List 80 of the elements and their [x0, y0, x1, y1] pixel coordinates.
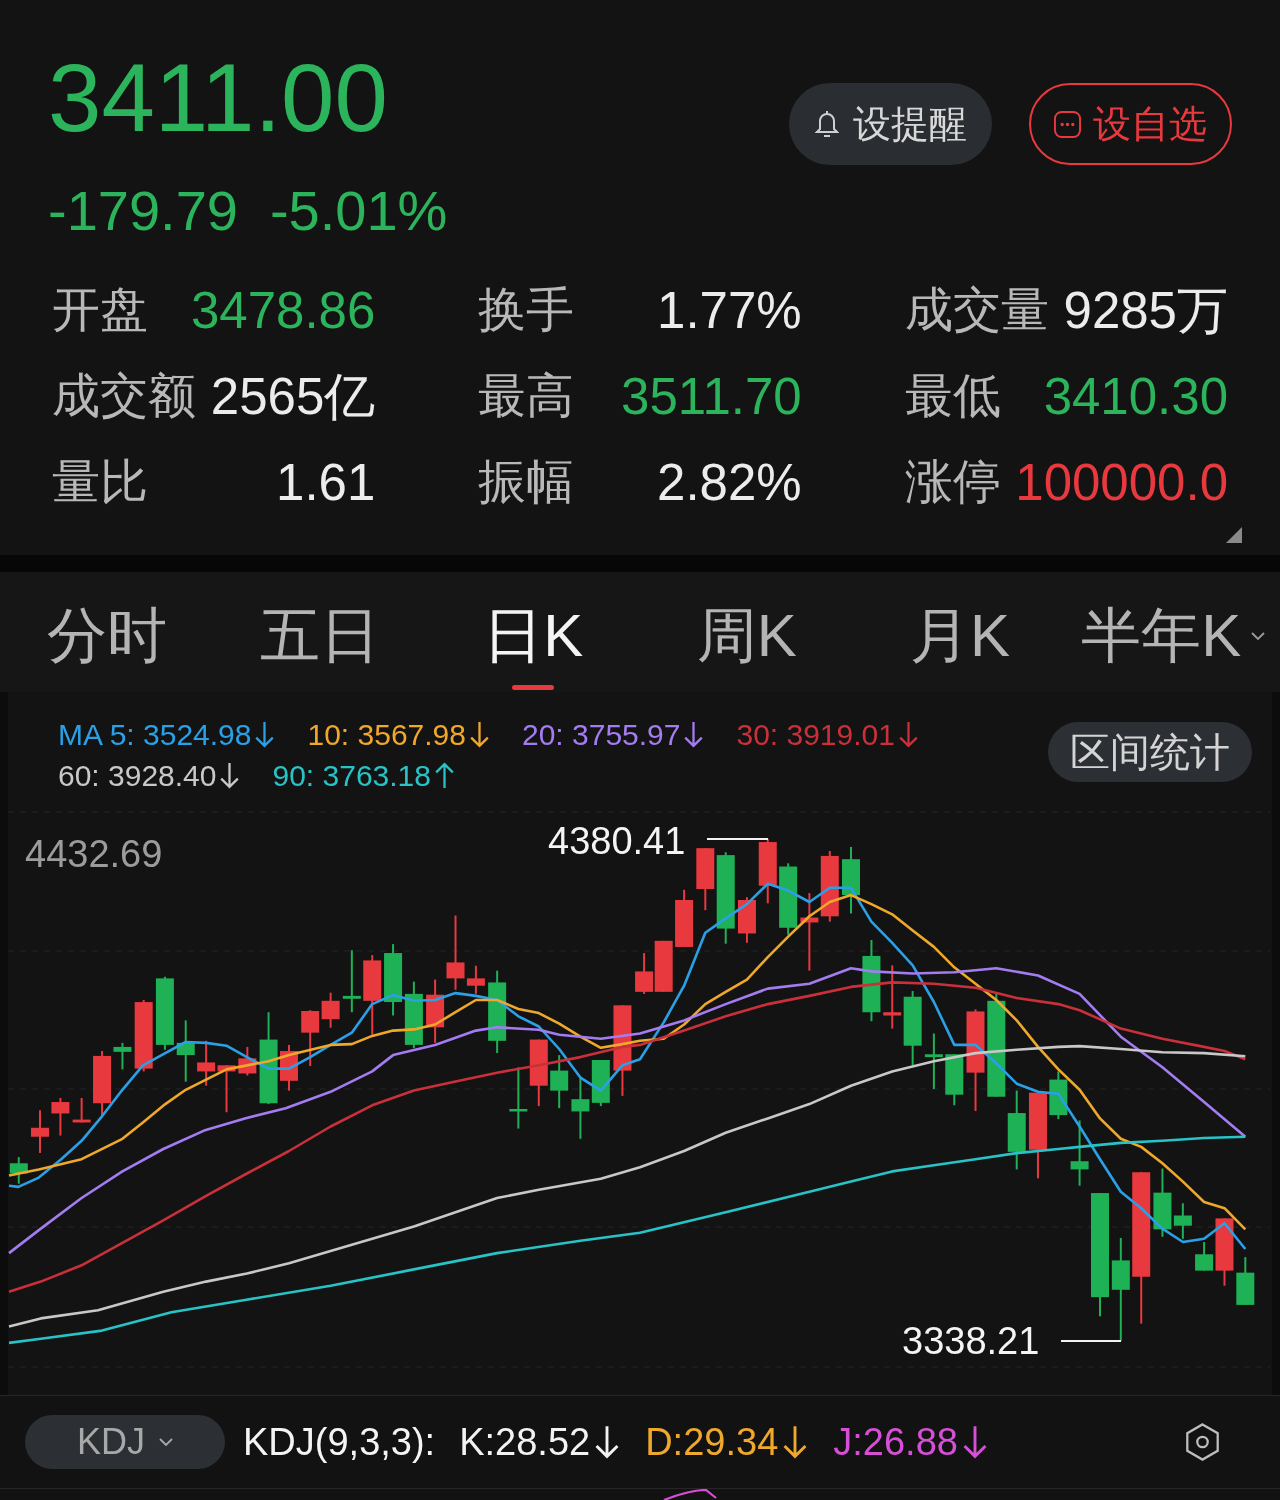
stat-label: 振幅: [478, 458, 575, 506]
candlestick: [842, 845, 860, 915]
candlestick: [550, 1054, 569, 1110]
stat-value: 2565亿: [210, 370, 376, 422]
stat-label: 开盘: [52, 286, 148, 334]
candlestick: [342, 949, 361, 1014]
moving-average-value: 90: 3763.18: [272, 760, 431, 791]
stat-label: 成交额: [52, 372, 196, 420]
stat-label: 涨停: [904, 458, 1001, 506]
candlestick: [404, 980, 423, 1050]
change-percent: -5.01%: [269, 183, 448, 239]
leader-line: [706, 838, 769, 840]
stat-label: 最低: [904, 372, 1001, 420]
indicator-value: D:29.34: [645, 1423, 779, 1461]
moving-average-value: MA 5: 3524.98: [58, 719, 252, 750]
set-alert-button[interactable]: 设提醒: [789, 83, 992, 165]
candlestick: [217, 1064, 236, 1114]
tab[interactable]: 半年K: [1066, 572, 1280, 692]
candlestick: [635, 952, 654, 995]
candlestick: [72, 1096, 91, 1124]
high-price-label: 4380.41: [548, 822, 686, 860]
candlestick: [31, 1109, 49, 1155]
candlestick: [945, 1053, 964, 1107]
moving-average-value: 30: 3919.01: [736, 719, 895, 750]
candlestick: [529, 1038, 548, 1108]
candlestick: [1049, 1070, 1068, 1121]
stat-value: 2.82%: [657, 456, 802, 508]
candlestick: [758, 837, 777, 905]
tab[interactable]: 日K: [426, 572, 640, 692]
indicator-value: K:28.52: [459, 1423, 591, 1461]
stat-label: 量比: [52, 458, 148, 506]
tab[interactable]: 分时: [0, 572, 214, 692]
ellipsis-square-icon: [1054, 110, 1081, 138]
candlestick: [1236, 1256, 1255, 1306]
candlestick: [176, 1019, 195, 1083]
corner-triangle-icon: [1226, 527, 1242, 543]
indicator-title: KDJ(9,3,3):: [243, 1423, 436, 1461]
add-watchlist-button[interactable]: 设自选: [1029, 83, 1232, 165]
indicator-value: J:26.88: [833, 1423, 958, 1461]
candlestick: [9, 1156, 28, 1185]
tab[interactable]: 周K: [640, 572, 854, 692]
stat-value: 9285万: [1063, 284, 1228, 336]
chevron-down-icon: [159, 1438, 173, 1446]
tab[interactable]: 五日: [213, 572, 427, 692]
stat-label: 成交量: [904, 286, 1049, 334]
leader-line: [1060, 1340, 1122, 1342]
low-price-label: 3338.21: [902, 1322, 1040, 1360]
stat-label: 换手: [478, 286, 575, 334]
stat-value: 3511.70: [621, 370, 802, 422]
candlestick: [591, 1059, 610, 1108]
stat-value: 1.61: [276, 456, 376, 508]
candlestick: [924, 1032, 943, 1090]
price-value: 3411.00: [48, 50, 389, 146]
stat-value: 3478.86: [190, 284, 376, 336]
indicator-line: [663, 1489, 717, 1500]
indicator-selector[interactable]: KDJ: [25, 1415, 225, 1469]
candlestick: [883, 964, 902, 1030]
stat-label: 最高: [478, 372, 575, 420]
candlestick: [509, 1066, 528, 1130]
candlestick: [426, 978, 445, 1044]
stat-value: 3410.30: [1043, 370, 1228, 422]
candlestick: [737, 896, 756, 944]
candlestick: [654, 939, 673, 993]
stat-value: 100000.0: [1015, 456, 1228, 508]
bell-icon: [814, 110, 839, 138]
stat-value: 1.77%: [657, 284, 802, 336]
candlestick: [1070, 1119, 1089, 1187]
tab[interactable]: 月K: [853, 572, 1067, 692]
candlestick: [280, 1043, 298, 1092]
moving-average-value: 60: 3928.40: [58, 760, 217, 791]
candlestick: [675, 888, 694, 948]
candlestick: [197, 1039, 216, 1087]
moving-average-value: 20: 3755.97: [521, 719, 681, 750]
moving-average-value: 10: 3567.98: [307, 719, 466, 750]
candlestick: [51, 1096, 70, 1137]
price-change: -179.79: [48, 183, 238, 239]
range-stats-button[interactable]: 区间统计: [1048, 722, 1252, 782]
settings-icon[interactable]: [1185, 1423, 1220, 1461]
candlestick: [238, 1045, 257, 1077]
axis-max-label: 4432.69: [25, 835, 163, 873]
